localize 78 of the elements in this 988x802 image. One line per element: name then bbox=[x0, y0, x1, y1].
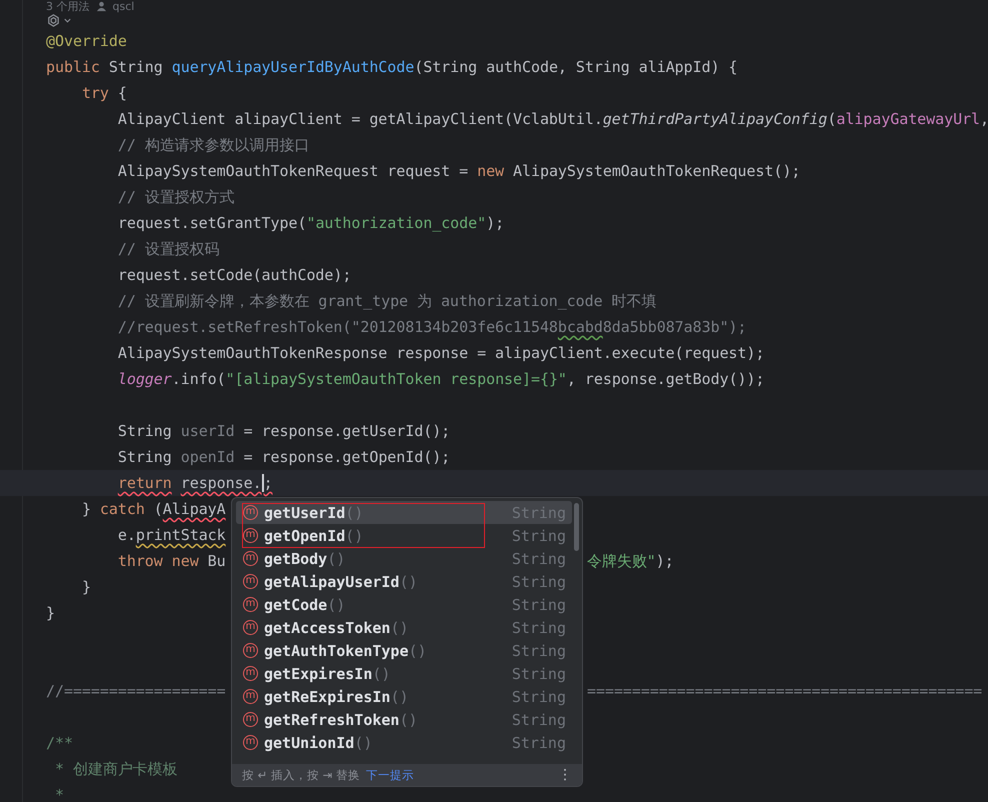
code-line: } catch (AlipayA bbox=[80, 500, 226, 518]
method-icon: m bbox=[243, 551, 258, 566]
return-type: String bbox=[512, 526, 566, 544]
completion-item[interactable]: m getOpenId() String bbox=[236, 524, 572, 547]
code-line: * bbox=[54, 786, 64, 802]
method-name: getAlipayUserId() bbox=[264, 572, 419, 590]
method-icon: m bbox=[243, 689, 258, 704]
code-text: 令牌失败"); bbox=[587, 552, 674, 570]
code-line: AlipaySystemOauthTokenResponse response = alipayClient.execute(request); bbox=[116, 344, 764, 362]
method-name: getReExpiresIn() bbox=[264, 688, 410, 706]
code-line: public String queryAlipayUserIdByAuthCode(String authCode, String aliAppId) { bbox=[46, 58, 738, 76]
code-line: //================== bbox=[46, 682, 226, 700]
code-line: // 设置授权码 bbox=[116, 240, 220, 258]
return-type: String bbox=[512, 596, 566, 614]
completion-item[interactable]: m getCode() String bbox=[236, 593, 572, 616]
method-name: getAuthTokenType() bbox=[264, 642, 428, 660]
method-name: getUserId() bbox=[264, 504, 364, 522]
code-text: ; bbox=[264, 474, 273, 492]
return-type: String bbox=[512, 734, 566, 752]
completion-item[interactable]: m getExpiresIn() String bbox=[236, 662, 572, 685]
code-line: request.setCode(authCode); bbox=[116, 266, 352, 284]
method-icon: m bbox=[243, 528, 258, 543]
chevron-down-icon[interactable] bbox=[63, 16, 72, 25]
shortcut-hint: 按 ↵ 插入，按 ⇥ 替换 bbox=[242, 768, 360, 782]
completion-item[interactable]: m getRefreshToken() String bbox=[236, 708, 572, 731]
method-icon: m bbox=[243, 620, 258, 635]
code-line: return response. bbox=[116, 474, 262, 492]
method-icon: m bbox=[243, 597, 258, 612]
code-line: try { bbox=[80, 84, 127, 102]
return-type: String bbox=[512, 642, 566, 660]
method-icon: m bbox=[243, 712, 258, 727]
person-icon bbox=[96, 1, 106, 12]
completion-item[interactable]: m getAuthTokenType() String bbox=[236, 639, 572, 662]
code-line: /** bbox=[46, 734, 73, 752]
method-icon: m bbox=[243, 574, 258, 589]
code-line: request.setGrantType("authorization_code"); bbox=[116, 214, 504, 232]
return-type: String bbox=[512, 618, 566, 636]
scrollbar[interactable] bbox=[574, 503, 579, 551]
method-icon: m bbox=[243, 666, 258, 681]
return-type: String bbox=[512, 550, 566, 568]
code-line: AlipaySystemOauthTokenRequest request = new AlipaySystemOauthTokenRequest(); bbox=[116, 162, 800, 180]
completion-item[interactable]: m getUnionId() String bbox=[236, 731, 572, 754]
code-line: } bbox=[46, 604, 55, 622]
return-type: String bbox=[512, 710, 566, 728]
more-menu-button[interactable]: ⋮ bbox=[558, 767, 572, 783]
return-type: String bbox=[512, 572, 566, 590]
method-name: getUnionId() bbox=[264, 734, 374, 752]
completion-item[interactable]: m getReExpiresIn() String bbox=[236, 685, 572, 708]
code-line: AlipayClient alipayClient = getAlipayClient(VclabUtil.getThirdPartyAlipayConfig(alipayGatewayUrl, bbox=[116, 110, 988, 128]
completion-item[interactable]: m getAlipayUserId() String bbox=[236, 570, 572, 593]
return-type: String bbox=[512, 664, 566, 682]
code-line: String openId = response.getOpenId(); bbox=[116, 448, 450, 466]
code-line: String userId = response.getUserId(); bbox=[116, 422, 450, 440]
method-icon: m bbox=[243, 643, 258, 658]
method-name: getBody() bbox=[264, 550, 346, 568]
ai-assistant-icon[interactable] bbox=[46, 13, 61, 28]
code-line: // 设置刷新令牌，本参数在 grant_type 为 authorization_code 时不填 bbox=[116, 292, 656, 310]
method-name: getCode() bbox=[264, 596, 346, 614]
method-name: getAccessToken() bbox=[264, 618, 410, 636]
method-name: getOpenId() bbox=[264, 526, 364, 544]
code-line: //request.setRefreshToken("201208134b203fe6c11548bcabd8da5bb087a83b"); bbox=[116, 318, 747, 336]
code-line: e.printStack bbox=[116, 526, 226, 544]
code-text: ============================================ bbox=[587, 682, 982, 700]
completion-item[interactable]: m getAccessToken() String bbox=[236, 616, 572, 639]
method-icon: m bbox=[243, 735, 258, 750]
code-line: @Override bbox=[46, 32, 127, 50]
code-line: * 创建商户卡模板 bbox=[54, 760, 178, 778]
completion-item[interactable]: m getBody() String bbox=[236, 547, 572, 570]
code-line: throw new Bu bbox=[116, 552, 226, 570]
method-icon: m bbox=[243, 505, 258, 520]
method-name: getRefreshToken() bbox=[264, 710, 419, 728]
method-name: getExpiresIn() bbox=[264, 664, 392, 682]
code-line: // 设置授权方式 bbox=[116, 188, 235, 206]
code-line: logger.info("[alipaySystemOauthToken response]={}", response.getBody()); bbox=[116, 370, 764, 388]
return-type: String bbox=[512, 688, 566, 706]
text-cursor bbox=[262, 474, 264, 492]
code-line: } bbox=[80, 578, 91, 596]
code-line: // 构造请求参数以调用接口 bbox=[116, 136, 310, 154]
